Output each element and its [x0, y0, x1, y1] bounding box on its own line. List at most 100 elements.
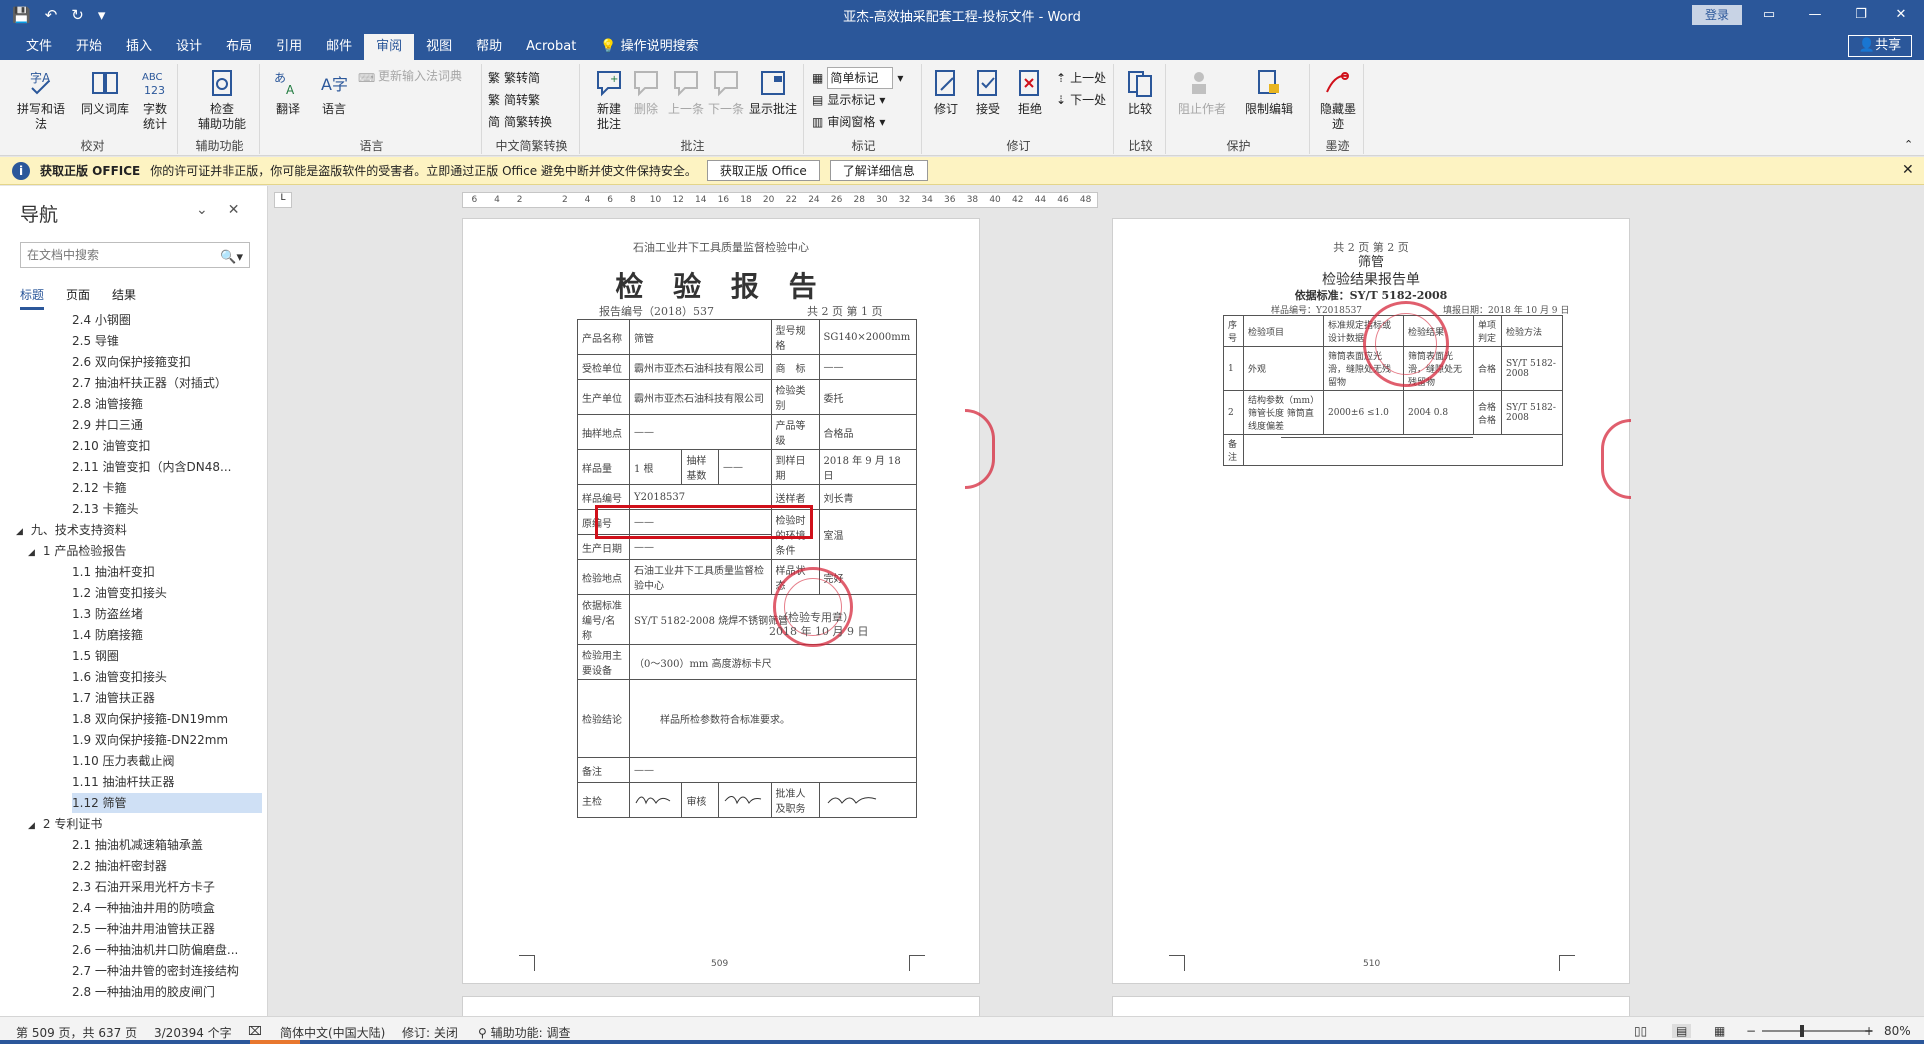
save-icon[interactable]: 💾: [12, 6, 31, 24]
word-count-status[interactable]: 3/20394 个字: [154, 1024, 232, 1041]
heading-item[interactable]: 2.10 油管变扣: [72, 436, 151, 456]
tab-file[interactable]: 文件: [14, 34, 64, 60]
heading-item[interactable]: 2.9 井口三通: [72, 415, 143, 435]
zoom-in-icon[interactable]: +: [1864, 1024, 1874, 1038]
heading-item[interactable]: 2.7 抽油杆扶正器（对插式）: [72, 373, 227, 393]
heading-item[interactable]: 1.1 抽油杆变扣: [72, 562, 155, 582]
read-mode-icon[interactable]: ▯▯: [1634, 1024, 1647, 1038]
thesaurus-button[interactable]: 同义词库: [78, 68, 132, 117]
nav-options-icon[interactable]: ⌄: [196, 202, 208, 218]
markup-display-dropdown[interactable]: ▦ 简单标记 ▾: [812, 67, 903, 89]
nav-tab-pages[interactable]: 页面: [66, 286, 90, 310]
expand-triangle-icon[interactable]: ◢: [28, 548, 35, 558]
learn-more-button[interactable]: 了解详细信息: [829, 160, 928, 181]
track-changes-button[interactable]: 修订: [924, 68, 968, 117]
proofing-status-icon[interactable]: ⌧: [248, 1024, 262, 1038]
review-pane-button[interactable]: ▥ 审阅窗格 ▾: [812, 112, 885, 132]
heading-item[interactable]: ◢ 1 产品检验报告: [28, 541, 126, 561]
accept-button[interactable]: 接受: [966, 68, 1010, 117]
heading-item[interactable]: 2.8 油管接箍: [72, 394, 143, 414]
get-genuine-button[interactable]: 获取正版 Office: [706, 160, 820, 181]
heading-item[interactable]: 1.2 油管变扣接头: [72, 583, 167, 603]
heading-item[interactable]: 2.4 小钢圈: [72, 310, 131, 330]
expand-triangle-icon[interactable]: ◢: [28, 821, 35, 831]
hide-ink-button[interactable]: 隐藏墨 迹: [1314, 68, 1362, 132]
heading-item[interactable]: 1.4 防磨接箍: [72, 625, 143, 645]
update-ime-button[interactable]: ⌨ 更新输入法词典: [358, 66, 462, 86]
heading-item[interactable]: 2.2 抽油杆密封器: [72, 856, 167, 876]
reject-button[interactable]: 拒绝: [1008, 68, 1052, 117]
show-markup-button[interactable]: ▤ 显示标记 ▾: [812, 90, 885, 110]
minimize-icon[interactable]: —: [1792, 0, 1838, 30]
heading-item[interactable]: 2.6 双向保护接箍变扣: [72, 352, 191, 372]
heading-item[interactable]: 2.3 石油开采用光杆方卡子: [72, 877, 215, 897]
customize-qat-icon[interactable]: ▾: [98, 6, 106, 24]
track-changes-status[interactable]: 修订: 关闭: [402, 1024, 458, 1041]
collapse-ribbon-icon[interactable]: ⌃: [1904, 138, 1913, 151]
simp-to-trad-button[interactable]: 繁简转繁: [488, 90, 540, 110]
prev-comment-button[interactable]: 上一条: [666, 68, 706, 117]
heading-item[interactable]: 1.9 双向保护接箍-DN22mm: [72, 730, 228, 750]
heading-item[interactable]: 2.4 一种抽油井用的防喷盒: [72, 898, 215, 918]
zoom-level[interactable]: 80%: [1884, 1024, 1911, 1038]
heading-item[interactable]: 2.12 卡箍: [72, 478, 127, 498]
heading-item[interactable]: ◢ 九、技术支持资料: [16, 520, 127, 540]
redo-icon[interactable]: ↻: [71, 6, 84, 24]
language-button[interactable]: A字 语言: [312, 68, 356, 117]
tab-review[interactable]: 审阅: [364, 34, 415, 60]
zoom-out-icon[interactable]: −: [1746, 1024, 1756, 1038]
horizontal-ruler[interactable]: 6 4 2 2 4 6 8 10 12 14 16 18 20 22 24 26 28 30 32 34 36 38 40 4…: [462, 192, 1098, 208]
block-authors-button[interactable]: 阻止作者: [1172, 68, 1232, 117]
heading-item[interactable]: 1.12 筛管: [72, 793, 262, 813]
tab-view[interactable]: 视图: [414, 34, 464, 60]
check-accessibility-button[interactable]: 检查 辅助功能: [190, 68, 254, 132]
notice-close-icon[interactable]: ✕: [1902, 162, 1914, 178]
heading-item[interactable]: 1.6 油管变扣接头: [72, 667, 167, 687]
heading-item[interactable]: 2.5 导锥: [72, 331, 119, 351]
share-button[interactable]: 👤共享: [1848, 35, 1912, 57]
undo-icon[interactable]: ↶: [45, 6, 58, 24]
tab-insert[interactable]: 插入: [114, 34, 164, 60]
translate-button[interactable]: あA 翻译: [266, 68, 310, 117]
heading-item[interactable]: 2.1 抽油机减速箱轴承盖: [72, 835, 203, 855]
nav-close-icon[interactable]: ✕: [228, 202, 240, 218]
heading-item[interactable]: 2.5 一种油井用油管扶正器: [72, 919, 215, 939]
web-layout-icon[interactable]: ▦: [1714, 1024, 1725, 1038]
tab-selector[interactable]: L: [274, 192, 292, 208]
heading-item[interactable]: 2.8 一种抽油用的胶皮闸门: [72, 982, 215, 1002]
nav-scrollbar[interactable]: [262, 310, 268, 1010]
chinese-convert-button[interactable]: 简简繁转换: [488, 112, 552, 132]
zoom-slider-thumb[interactable]: [1800, 1025, 1804, 1037]
accessibility-status[interactable]: ⚲ 辅助功能: 调查: [478, 1024, 570, 1041]
login-button[interactable]: 登录: [1692, 5, 1742, 25]
heading-item[interactable]: 1.8 双向保护接箍-DN19mm: [72, 709, 228, 729]
nav-tab-results[interactable]: 结果: [112, 286, 136, 310]
print-layout-icon[interactable]: ▤: [1672, 1024, 1692, 1038]
heading-item[interactable]: 2.13 卡箍头: [72, 499, 139, 519]
next-change-button[interactable]: ⇣ 下一处: [1056, 90, 1106, 110]
heading-item[interactable]: 1.5 钢圈: [72, 646, 119, 666]
heading-item[interactable]: 1.10 压力表截止阀: [72, 751, 175, 771]
next-comment-button[interactable]: 下一条: [706, 68, 746, 117]
language-status[interactable]: 简体中文(中国大陆): [280, 1024, 385, 1041]
spelling-button[interactable]: 字A 拼写和语法: [14, 68, 68, 132]
tab-acrobat[interactable]: Acrobat: [514, 34, 588, 60]
tab-design[interactable]: 设计: [164, 34, 214, 60]
tell-me-search[interactable]: 💡 操作说明搜索: [588, 34, 710, 60]
tab-help[interactable]: 帮助: [464, 34, 514, 60]
zoom-slider[interactable]: [1762, 1030, 1872, 1032]
heading-item[interactable]: ◢ 2 专利证书: [28, 814, 102, 834]
expand-triangle-icon[interactable]: ◢: [16, 527, 23, 537]
previous-change-button[interactable]: ⇡ 上一处: [1056, 68, 1106, 88]
word-count-button[interactable]: ABC 123 字数 统计: [128, 68, 182, 132]
heading-item[interactable]: 1.3 防盗丝堵: [72, 604, 143, 624]
heading-item[interactable]: 1.11 抽油杆扶正器: [72, 772, 175, 792]
restrict-editing-button[interactable]: 限制编辑: [1238, 68, 1300, 117]
tab-references[interactable]: 引用: [264, 34, 314, 60]
heading-item[interactable]: 2.6 一种抽油机井口防偏磨盘...: [72, 940, 238, 960]
show-comments-button[interactable]: 显示批注: [746, 68, 800, 117]
search-icon[interactable]: 🔍▾: [220, 246, 243, 270]
delete-comment-button[interactable]: 删除: [626, 68, 666, 117]
tab-layout[interactable]: 布局: [214, 34, 264, 60]
heading-item[interactable]: 1.7 油管扶正器: [72, 688, 155, 708]
